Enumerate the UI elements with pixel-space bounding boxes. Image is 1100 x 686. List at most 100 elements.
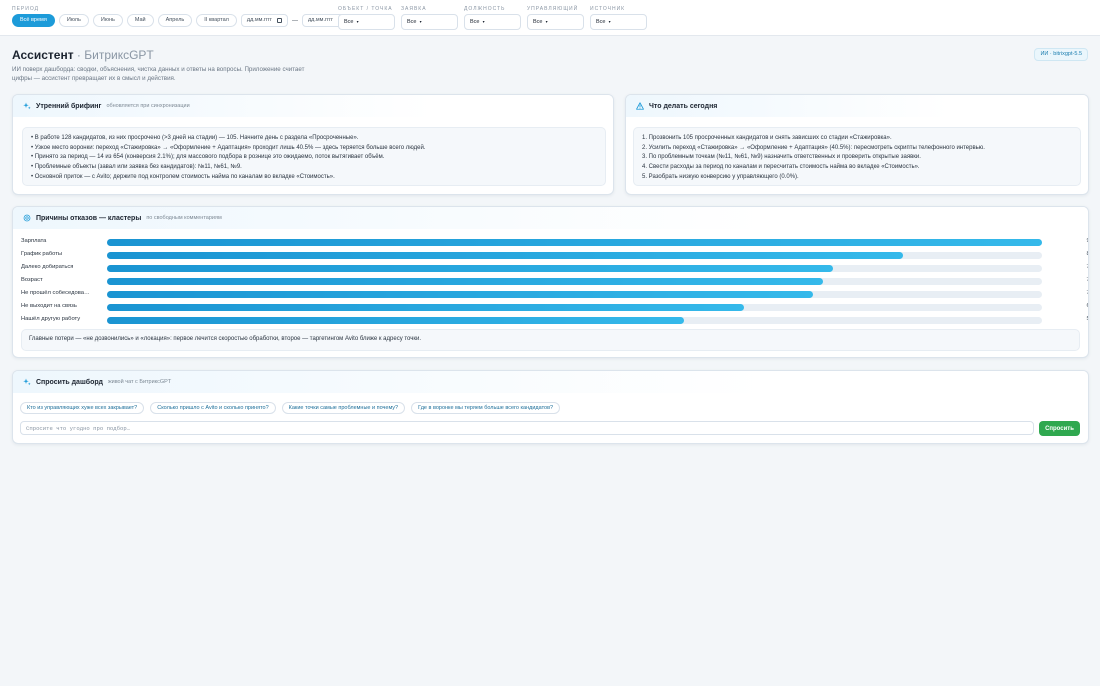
cluster-value: 94	[1087, 238, 1088, 244]
manager-select-value: Все	[533, 19, 543, 25]
cluster-bar-track	[107, 317, 1042, 324]
date-separator: —	[291, 17, 298, 24]
date-from-placeholder: дд.мм.гггг	[246, 17, 272, 23]
cluster-row: Нашёл другую работу 58	[21, 315, 1088, 325]
briefing-body: • В работе 128 кандидатов, из них просро…	[22, 127, 606, 186]
cluster-value: 73	[1087, 264, 1088, 270]
cluster-bar	[107, 291, 814, 298]
briefing-header: Утренний брифинг обновляется при синхрон…	[13, 95, 613, 117]
cluster-value: 80	[1087, 251, 1088, 257]
briefing-line: • Узкое место воронки: переход «Стажиров…	[31, 144, 426, 151]
suggestion-pill[interactable]: Где в воронке мы теряем больше всего кан…	[411, 402, 561, 414]
cluster-value: 72	[1087, 277, 1088, 283]
cluster-bar-track	[107, 265, 1042, 272]
request-filter: ЗАЯВКА	[401, 6, 427, 14]
manager-filter-label: УПРАВЛЯЮЩИЙ	[527, 6, 579, 12]
period-chip-april[interactable]: Апрель	[157, 14, 193, 27]
chevron-down-icon: ▾	[544, 19, 548, 24]
position-select[interactable]: Все ▾	[464, 14, 521, 30]
clusters-summary-box: Главные потери — «не дозвонились» и «лок…	[21, 329, 1080, 351]
chevron-down-icon: ▾	[607, 19, 611, 24]
chevron-down-icon: ▾	[481, 19, 485, 24]
todo-line: 2. Усилить переход «Стажировка» → «Оформ…	[642, 144, 985, 151]
clusters-header: Причины отказов — кластеры по свободным …	[13, 207, 1088, 229]
suggestion-pill[interactable]: Какие точки самые проблемные и почему?	[281, 402, 406, 414]
ask-header: Спросить дашборд живой чат с БитриксGPT	[13, 371, 1088, 393]
suggestion-pill[interactable]: Кто из управляющих хуже всех закрывает?	[20, 402, 145, 414]
suggestion-pills: Кто из управляющих хуже всех закрывает? …	[20, 402, 561, 414]
request-select[interactable]: Все ▾	[401, 14, 458, 30]
calendar-icon	[276, 18, 282, 23]
sparkle-icon	[23, 378, 31, 386]
manager-filter: УПРАВЛЯЮЩИЙ	[527, 6, 578, 14]
object-filter-label: ОБЪЕКТ / ТОЧКА	[338, 6, 393, 12]
briefing-note: обновляется при синхронизации	[106, 103, 190, 109]
period-chips: Всё время Июль Июнь Май Апрель II кварта…	[12, 14, 349, 27]
period-chip-june[interactable]: Июнь	[92, 14, 123, 27]
todo-header: Что делать сегодня	[626, 95, 1088, 117]
cluster-bar	[107, 304, 744, 311]
cluster-label: Нашёл другую работу	[21, 316, 81, 322]
period-chip-may[interactable]: Май	[126, 14, 154, 27]
clusters-card: Причины отказов — кластеры по свободным …	[12, 206, 1089, 358]
ask-submit-button[interactable]: Спросить	[1039, 421, 1080, 436]
todo-line: 3. По проблемным точкам (№11, №61, №9) н…	[642, 154, 921, 161]
suggestion-pill[interactable]: Сколько пришло с Avito и сколько принято…	[150, 402, 276, 414]
briefing-line: • Основной приток — с Avito; держите под…	[31, 173, 335, 180]
page-title-main: Ассистент	[12, 48, 74, 62]
period-chip-q2[interactable]: II квартал	[196, 14, 237, 27]
cluster-label: Далеко добираться	[21, 264, 74, 270]
briefing-line: • В работе 128 кандидатов, из них просро…	[31, 135, 359, 141]
cluster-bar-track	[107, 252, 1042, 259]
chevron-down-icon: ▾	[418, 19, 422, 24]
cluster-bar-track	[107, 239, 1042, 246]
object-select-value: Все	[344, 19, 354, 25]
todo-title: Что делать сегодня	[649, 102, 718, 110]
cluster-bar	[107, 265, 834, 272]
sparkle-icon	[23, 102, 31, 110]
period-filter: ПЕРИОД Всё время Июль Июнь Май Апрель II…	[12, 6, 349, 27]
cluster-bar-track	[107, 278, 1042, 285]
cluster-row: Далеко добираться 73	[21, 263, 1088, 273]
cluster-label: Зарплата	[21, 238, 47, 244]
cluster-value: 71	[1087, 290, 1088, 296]
todo-body: 1. Прозвонить 105 просроченных кандидато…	[633, 127, 1081, 186]
manager-select[interactable]: Все ▾	[527, 14, 584, 30]
cluster-row: Возраст 72	[21, 276, 1088, 286]
model-badge: ИИ · bitrixgpt-5.5	[1034, 48, 1088, 61]
cluster-bar	[107, 239, 1042, 246]
cluster-value: 64	[1087, 303, 1088, 309]
cluster-row: График работы 80	[21, 250, 1088, 260]
object-filter: ОБЪЕКТ / ТОЧКА	[338, 6, 393, 14]
cluster-label: Не выходит на связь	[21, 303, 77, 309]
page-subtitle: ИИ поверх дашборда: сводки, объяснения, …	[12, 66, 305, 82]
period-chip-all-time[interactable]: Всё время	[12, 14, 55, 27]
cluster-bar-track	[107, 304, 1042, 311]
ask-title: Спросить дашборд	[36, 378, 103, 386]
todo-line: 5. Разобрать низкую конверсию у управляю…	[642, 173, 799, 180]
briefing-title: Утренний брифинг	[36, 102, 102, 110]
source-select-value: Все	[596, 19, 606, 25]
period-chip-july[interactable]: Июль	[58, 14, 89, 27]
source-filter: ИСТОЧНИК	[590, 6, 625, 14]
date-from-input[interactable]: дд.мм.гггг	[240, 14, 288, 27]
period-label: ПЕРИОД	[12, 6, 40, 12]
source-select[interactable]: Все ▾	[590, 14, 647, 30]
cluster-bar	[107, 317, 684, 324]
request-select-value: Все	[407, 19, 417, 25]
position-select-value: Все	[470, 19, 480, 25]
clusters-note: по свободным комментариям	[146, 215, 222, 221]
warning-triangle-icon	[636, 102, 644, 110]
briefing-card: Утренний брифинг обновляется при синхрон…	[12, 94, 614, 195]
object-select[interactable]: Все ▾	[338, 14, 395, 30]
cluster-value: 58	[1087, 316, 1088, 322]
filter-bar: ПЕРИОД Всё время Июль Июнь Май Апрель II…	[0, 0, 1100, 36]
cluster-label: График работы	[21, 251, 63, 257]
cluster-bar	[107, 278, 824, 285]
cluster-bar-track	[107, 291, 1042, 298]
ask-note: живой чат с БитриксGPT	[107, 379, 172, 385]
ask-input[interactable]	[20, 421, 1034, 435]
cluster-bar	[107, 252, 903, 259]
briefing-line: • Принято за период — 14 из 654 (конверс…	[31, 154, 385, 161]
todo-line: 1. Прозвонить 105 просроченных кандидато…	[642, 135, 892, 141]
